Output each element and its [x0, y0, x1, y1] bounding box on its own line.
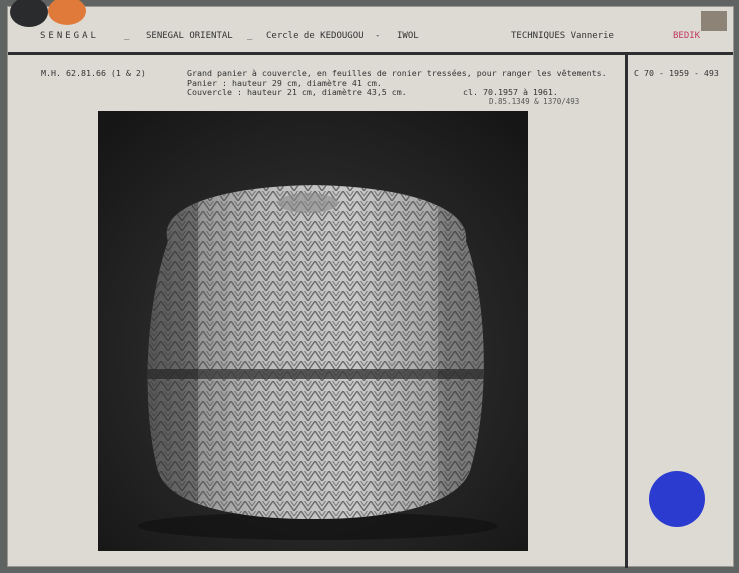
- header-region: SENEGAL ORIENTAL: [146, 31, 233, 41]
- catalog-card: SENEGAL _ SENEGAL ORIENTAL _ Cercle de K…: [7, 0, 734, 568]
- black-marker-dot: [10, 0, 48, 27]
- blue-marker-dot: [649, 471, 705, 527]
- inventory-number: M.H. 62.81.66 (1 & 2): [41, 68, 146, 78]
- orange-marker-dot: [48, 0, 86, 25]
- header-locality: IWOL: [397, 31, 419, 41]
- header-sep-3: -: [375, 31, 381, 41]
- header-cercle: Cercle de KEDOUGOU: [266, 31, 364, 41]
- collection-info: cl. 70.1957 à 1961.: [463, 87, 558, 97]
- couvercle-dimensions: Couvercle : hauteur 21 cm, diamètre 43,5…: [187, 87, 407, 97]
- basket-photograph: [98, 111, 528, 551]
- header-category: TECHNIQUES Vannerie: [511, 31, 614, 41]
- basket-illustration: [98, 111, 528, 551]
- header-sep-1: _: [124, 31, 130, 41]
- header-people: BEDIK: [673, 31, 701, 41]
- header-country: SENEGAL: [40, 31, 99, 41]
- header-sep-2: _: [247, 31, 253, 41]
- reference-numbers: D.85.1349 & 1370/493: [489, 97, 580, 106]
- corner-stamp: [701, 11, 727, 31]
- photo-reference: C 70 - 1959 - 493: [634, 68, 719, 78]
- object-description: Grand panier à couvercle, en feuilles de…: [187, 68, 607, 78]
- column-divider: [625, 53, 628, 568]
